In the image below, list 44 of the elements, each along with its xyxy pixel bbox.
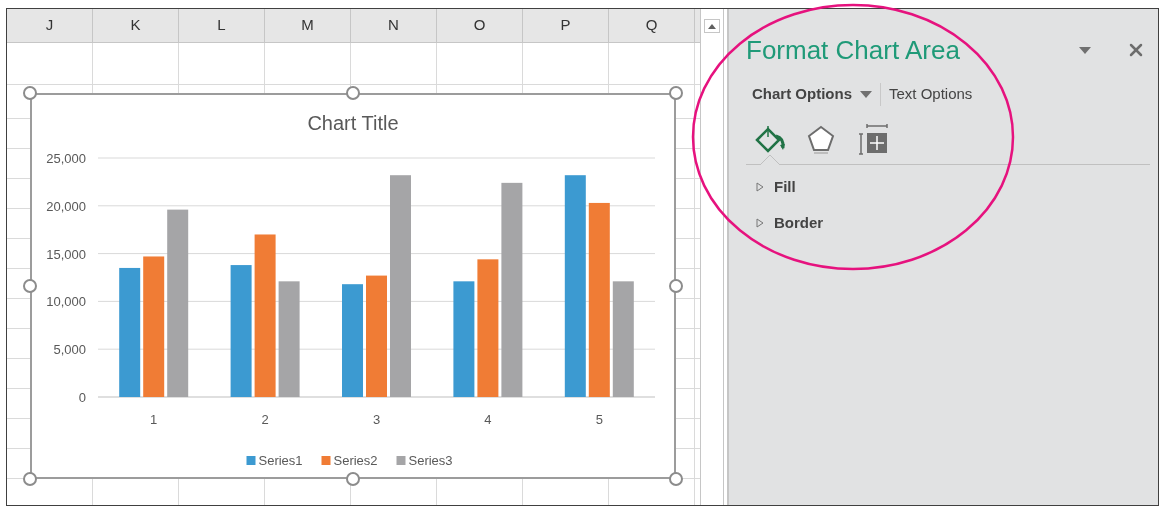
axis-label: 0 bbox=[78, 390, 86, 405]
resize-handle[interactable] bbox=[23, 86, 37, 100]
axis-label: 15,000 bbox=[46, 246, 86, 262]
legend-label: Series2 bbox=[333, 453, 378, 468]
options-tab[interactable]: Text Options bbox=[889, 83, 973, 106]
axis-label: 20,000 bbox=[46, 198, 86, 214]
resize-handle[interactable] bbox=[23, 279, 37, 293]
column-header[interactable]: J bbox=[7, 9, 93, 42]
legend-label: Series1 bbox=[258, 453, 303, 468]
column-header[interactable]: L bbox=[179, 9, 265, 42]
resize-handle[interactable] bbox=[669, 279, 683, 293]
dropdown-caret-icon[interactable] bbox=[1079, 46, 1091, 54]
axis-label: 10,000 bbox=[46, 294, 86, 310]
axis-label: 4 bbox=[484, 412, 492, 427]
section-header[interactable]: Border bbox=[756, 212, 1152, 235]
axis-label: 25,000 bbox=[46, 151, 86, 166]
column-header[interactable]: P bbox=[523, 9, 609, 42]
resize-handle[interactable] bbox=[669, 86, 683, 100]
pentagon-icon[interactable] bbox=[806, 123, 836, 156]
axis-label: 2 bbox=[261, 412, 269, 427]
size-position-icon[interactable] bbox=[858, 123, 890, 156]
axis-label: 5 bbox=[595, 412, 603, 427]
up-arrow-icon bbox=[708, 23, 716, 29]
column-header[interactable]: K bbox=[93, 9, 179, 42]
dropdown-caret-icon[interactable] bbox=[860, 90, 872, 98]
panel-title: Format Chart Area bbox=[746, 35, 960, 65]
axis-label: 3 bbox=[372, 412, 381, 427]
collapsed-triangle-icon bbox=[756, 218, 764, 229]
column-header[interactable]: Q bbox=[609, 9, 695, 42]
column-header[interactable]: N bbox=[351, 9, 437, 42]
resize-handle[interactable] bbox=[346, 86, 360, 100]
column-header[interactable]: O bbox=[437, 9, 523, 42]
collapsed-triangle-icon bbox=[756, 181, 764, 192]
resize-handle[interactable] bbox=[23, 472, 37, 486]
legend-label: Series3 bbox=[408, 453, 453, 468]
axis-label: 1 bbox=[150, 412, 158, 427]
section-header[interactable]: Fill bbox=[756, 175, 1152, 198]
resize-handle[interactable] bbox=[346, 472, 360, 486]
column-header[interactable]: M bbox=[265, 9, 351, 42]
axis-label: 5,000 bbox=[53, 342, 86, 358]
chart-title: Chart Title bbox=[307, 112, 399, 134]
options-tab[interactable]: Chart Options bbox=[752, 83, 852, 106]
resize-handle[interactable] bbox=[669, 472, 683, 486]
scroll-up-button[interactable] bbox=[704, 19, 720, 33]
